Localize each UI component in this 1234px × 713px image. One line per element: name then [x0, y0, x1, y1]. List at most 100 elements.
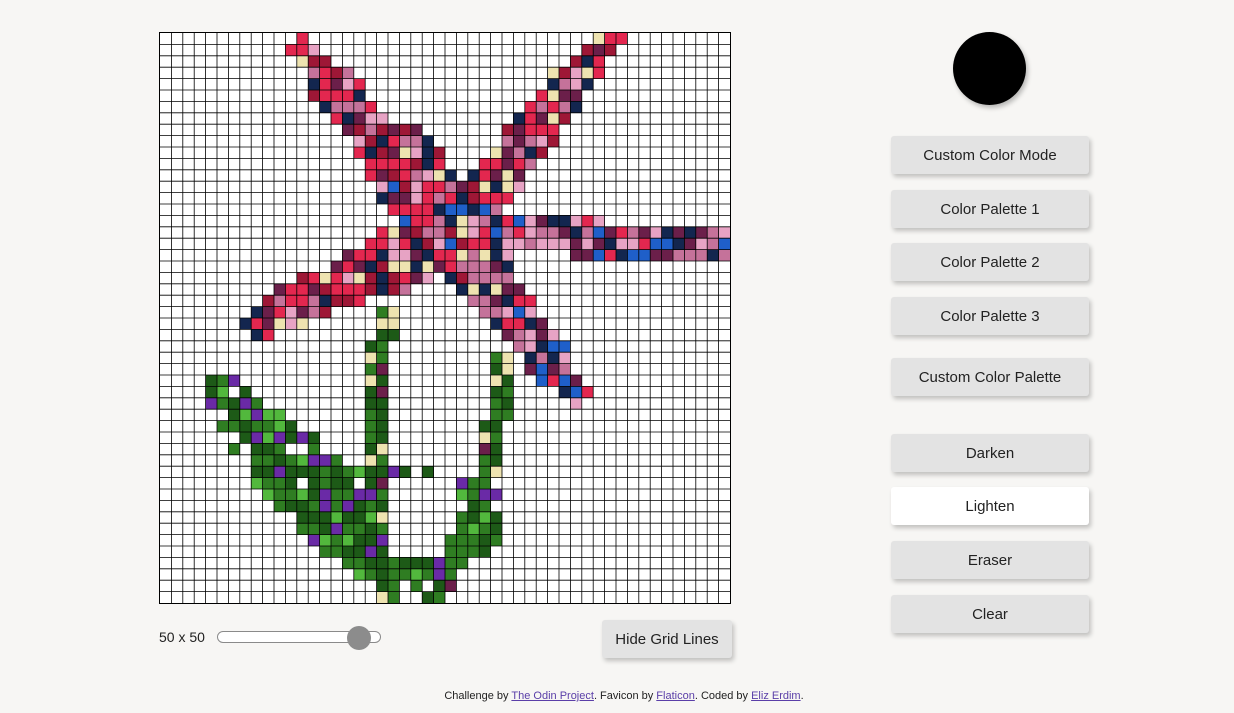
pixel-cell[interactable]: [490, 249, 502, 261]
pixel-cell[interactable]: [559, 238, 571, 250]
pixel-cell[interactable]: [365, 249, 377, 261]
pixel-cell[interactable]: [536, 226, 548, 239]
pixel-cell[interactable]: [399, 169, 411, 182]
pixel-cell[interactable]: [490, 375, 502, 387]
pixel-cell[interactable]: [490, 397, 502, 410]
pixel-cell[interactable]: [445, 261, 457, 273]
pixel-cell[interactable]: [467, 226, 480, 239]
pixel-cell[interactable]: [342, 101, 354, 113]
pixel-cell[interactable]: [502, 261, 514, 273]
pixel-cell[interactable]: [445, 534, 457, 546]
pixel-cell[interactable]: [559, 363, 571, 375]
pixel-cell[interactable]: [285, 489, 297, 501]
pixel-cell[interactable]: [524, 340, 537, 353]
pixel-cell[interactable]: [627, 249, 639, 261]
pixel-cell[interactable]: [673, 238, 685, 250]
pixel-cell[interactable]: [513, 295, 525, 307]
pixel-cell[interactable]: [467, 215, 480, 227]
pixel-cell[interactable]: [490, 306, 502, 318]
pixel-cell[interactable]: [205, 375, 217, 387]
pixel-cell[interactable]: [319, 295, 331, 307]
pixel-cell[interactable]: [513, 112, 525, 125]
pixel-cell[interactable]: [410, 249, 423, 261]
pixel-cell[interactable]: [353, 135, 366, 147]
pixel-cell[interactable]: [570, 78, 582, 90]
pixel-cell[interactable]: [342, 466, 354, 478]
pixel-cell[interactable]: [502, 329, 514, 341]
slider-thumb[interactable]: [347, 626, 371, 650]
pixel-cell[interactable]: [285, 44, 297, 56]
pixel-cell[interactable]: [467, 272, 480, 284]
pixel-cell[interactable]: [490, 466, 502, 478]
pixel-cell[interactable]: [274, 283, 286, 296]
pixel-cell[interactable]: [365, 546, 377, 558]
pixel-cell[interactable]: [410, 192, 423, 204]
pixel-cell[interactable]: [490, 511, 502, 524]
pixel-cell[interactable]: [331, 454, 343, 467]
pixel-cell[interactable]: [308, 534, 320, 546]
pixel-cell[interactable]: [536, 215, 548, 227]
pixel-cell[interactable]: [513, 340, 525, 353]
color-palette-2-button[interactable]: Color Palette 2: [891, 243, 1089, 281]
pixel-cell[interactable]: [490, 432, 502, 444]
pixel-cell[interactable]: [365, 443, 377, 455]
pixel-cell[interactable]: [707, 249, 719, 261]
pixel-cell[interactable]: [661, 249, 673, 261]
pixel-cell[interactable]: [410, 238, 423, 250]
pixel-cell[interactable]: [604, 238, 616, 250]
pixel-cell[interactable]: [308, 489, 320, 501]
pixel-cell[interactable]: [536, 318, 548, 330]
pixel-cell[interactable]: [342, 523, 354, 535]
pixel-cell[interactable]: [376, 272, 388, 284]
pixel-cell[interactable]: [376, 454, 388, 467]
pixel-cell[interactable]: [319, 283, 331, 296]
pixel-cell[interactable]: [388, 272, 400, 284]
pixel-cell[interactable]: [319, 101, 331, 113]
pixel-cell[interactable]: [479, 432, 491, 444]
pixel-cell[interactable]: [490, 226, 502, 239]
pixel-cell[interactable]: [308, 523, 320, 535]
flaticon-link[interactable]: Flaticon: [656, 690, 695, 702]
pixel-cell[interactable]: [604, 44, 616, 56]
pixel-cell[interactable]: [376, 283, 388, 296]
pixel-cell[interactable]: [319, 500, 331, 512]
pixel-cell[interactable]: [274, 500, 286, 512]
pixel-cell[interactable]: [365, 420, 377, 432]
pixel-cell[interactable]: [365, 169, 377, 182]
pixel-cell[interactable]: [433, 580, 445, 592]
pixel-cell[interactable]: [422, 249, 434, 261]
pixel-cell[interactable]: [365, 112, 377, 125]
pixel-cell[interactable]: [262, 454, 274, 467]
pixel-cell[interactable]: [570, 397, 582, 410]
pixel-cell[interactable]: [251, 409, 263, 421]
pixel-cell[interactable]: [490, 523, 502, 535]
pixel-cell[interactable]: [502, 386, 514, 398]
pixel-cell[interactable]: [331, 466, 343, 478]
pixel-cell[interactable]: [296, 295, 309, 307]
pixel-cell[interactable]: [342, 124, 354, 136]
pixel-cell[interactable]: [342, 295, 354, 307]
pixel-cell[interactable]: [479, 272, 491, 284]
pixel-cell[interactable]: [593, 249, 605, 261]
pixel-cell[interactable]: [467, 534, 480, 546]
pixel-cell[interactable]: [502, 306, 514, 318]
pixel-cell[interactable]: [308, 90, 320, 102]
pixel-cell[interactable]: [399, 181, 411, 193]
pixel-cell[interactable]: [479, 443, 491, 455]
pixel-cell[interactable]: [433, 169, 445, 182]
pixel-cell[interactable]: [285, 432, 297, 444]
pixel-cell[interactable]: [502, 238, 514, 250]
pixel-cell[interactable]: [490, 443, 502, 455]
pixel-cell[interactable]: [319, 523, 331, 535]
pixel-cell[interactable]: [673, 226, 685, 239]
pixel-cell[interactable]: [262, 306, 274, 318]
pixel-cell[interactable]: [581, 78, 594, 90]
pixel-cell[interactable]: [479, 238, 491, 250]
pixel-cell[interactable]: [502, 158, 514, 170]
pixel-cell[interactable]: [695, 238, 708, 250]
pixel-cell[interactable]: [388, 261, 400, 273]
pixel-cell[interactable]: [410, 135, 423, 147]
pixel-cell[interactable]: [445, 226, 457, 239]
odin-project-link[interactable]: The Odin Project: [511, 690, 594, 702]
pixel-cell[interactable]: [547, 101, 559, 113]
